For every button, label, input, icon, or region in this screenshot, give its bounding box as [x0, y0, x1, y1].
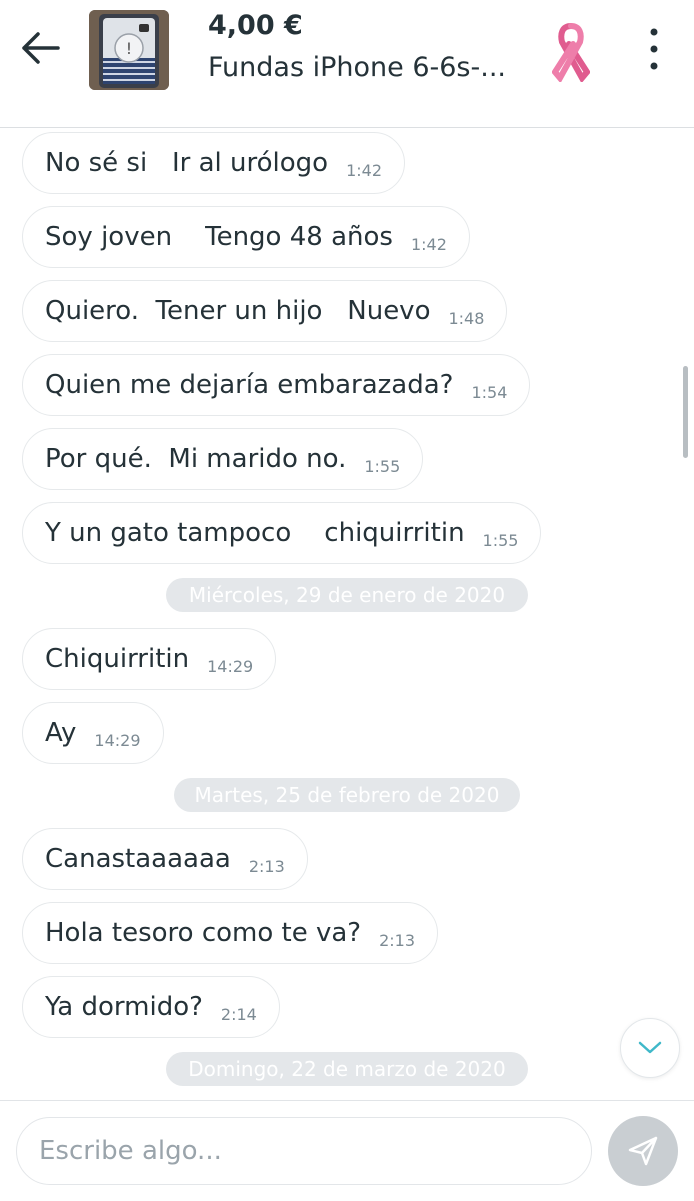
message-bubble: Canastaaaaaa 2:13: [22, 828, 308, 890]
more-vertical-icon: [650, 28, 658, 70]
product-price: 4,00 €: [208, 10, 303, 41]
message-text: No sé si Ir al urólogo: [45, 148, 329, 178]
send-button[interactable]: [608, 1116, 678, 1186]
message-bubble: Ay 14:29: [22, 702, 164, 764]
message-bubble: Quien me dejaría embarazada? 1:54: [22, 354, 531, 416]
pink-ribbon-icon: [551, 22, 591, 84]
message-bubble: Por qué. Mi marido no. 1:55: [22, 428, 424, 490]
message-text: Soy joven Tengo 48 años: [45, 222, 393, 252]
message-time: 14:29: [207, 656, 254, 676]
message-bubble: No sé si Ir al urólogo 1:42: [22, 132, 406, 194]
message-text: Chiquirritin: [45, 644, 190, 674]
scroll-to-bottom-button[interactable]: [620, 1018, 680, 1078]
message-text: Quien me dejaría embarazada?: [45, 370, 454, 400]
message-composer: [0, 1100, 694, 1201]
message-bubble: Y un gato tampoco chiquirritin 1:55: [22, 502, 542, 564]
message-time: 14:29: [94, 730, 141, 750]
message-time: 1:42: [410, 234, 447, 254]
chat-header: ! 4,00 € Fundas iPhone 6-6s-...: [0, 0, 694, 128]
message-text: Y un gato tampoco chiquirritin: [45, 518, 465, 548]
message-time: 1:54: [471, 382, 508, 402]
back-button[interactable]: [18, 28, 62, 68]
message-list[interactable]: No sé si Ir al urólogo 1:42 Soy joven Te…: [0, 128, 694, 1100]
message-text: Por qué. Mi marido no.: [45, 444, 347, 474]
message-text: Ay: [45, 718, 77, 748]
message-text: Quiero. Tener un hijo Nuevo: [45, 296, 431, 326]
message-time: 1:42: [346, 160, 383, 180]
send-icon: [628, 1136, 658, 1166]
message-bubble: Soy joven Tengo 48 años 1:42: [22, 206, 470, 268]
message-text: Canastaaaaaa: [45, 844, 231, 874]
scrollbar[interactable]: [683, 366, 688, 458]
message-time: 2:14: [220, 1004, 257, 1024]
message-text: Ya dormido?: [45, 992, 203, 1022]
message-time: 1:55: [482, 530, 519, 550]
message-bubble: Quiero. Tener un hijo Nuevo 1:48: [22, 280, 508, 342]
message-time: 1:55: [364, 456, 401, 476]
date-separator: Domingo, 22 de marzo de 2020: [166, 1052, 528, 1086]
date-separator: Martes, 25 de febrero de 2020: [174, 778, 520, 812]
svg-text:!: !: [126, 39, 132, 58]
message-bubble: Hola tesoro como te va? 2:13: [22, 902, 439, 964]
message-time: 1:48: [448, 308, 485, 328]
message-bubble: Ya dormido? 2:14: [22, 976, 280, 1038]
message-bubble: Chiquirritin 14:29: [22, 628, 277, 690]
date-separator: Miércoles, 29 de enero de 2020: [166, 578, 528, 612]
message-time: 2:13: [248, 856, 285, 876]
product-thumbnail[interactable]: !: [89, 10, 169, 90]
message-time: 2:13: [379, 930, 416, 950]
product-title[interactable]: Fundas iPhone 6-6s-...: [208, 52, 506, 83]
message-input[interactable]: [16, 1117, 592, 1185]
arrow-left-icon: [22, 32, 60, 64]
more-options-button[interactable]: [640, 26, 668, 72]
chevron-down-icon: [638, 1041, 662, 1054]
message-text: Hola tesoro como te va?: [45, 918, 362, 948]
